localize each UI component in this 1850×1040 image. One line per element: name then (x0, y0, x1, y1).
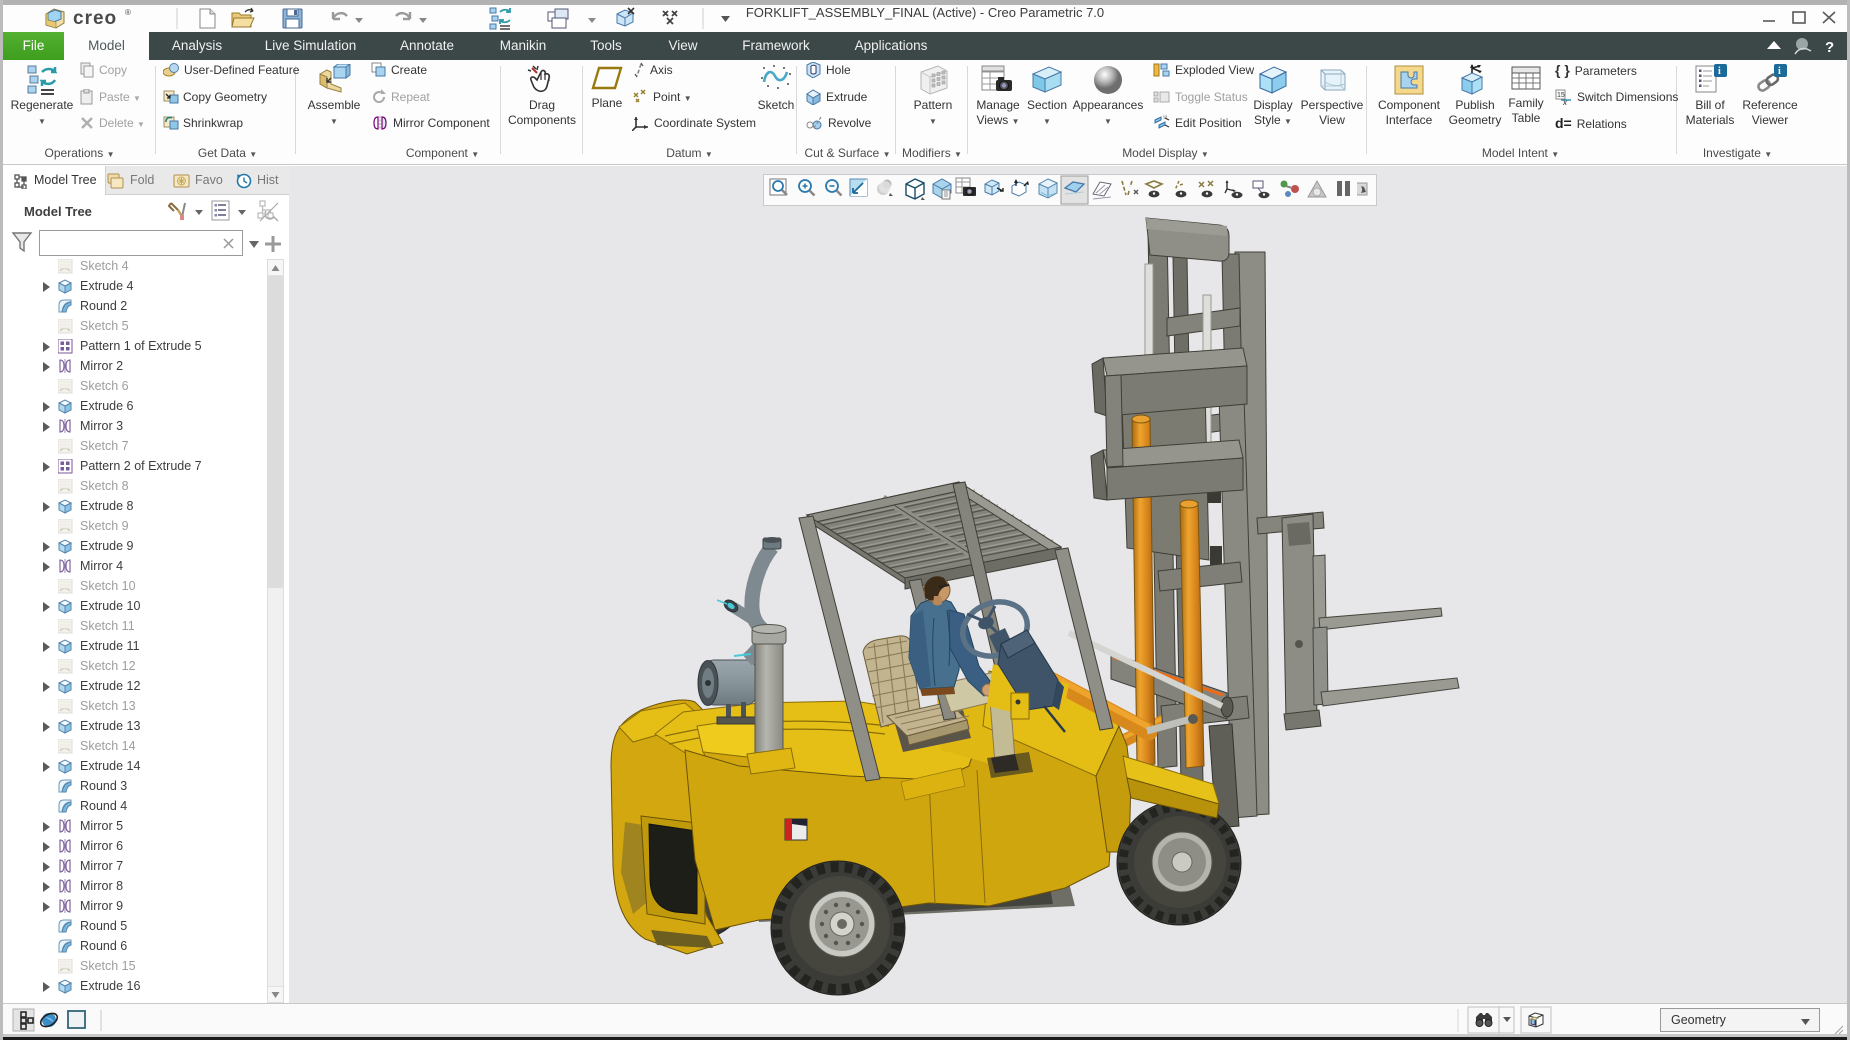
svg-text:?: ? (1825, 39, 1834, 56)
svg-text:¹²: ¹² (1163, 116, 1167, 122)
svg-text:i: i (1718, 66, 1721, 77)
svg-text:x: x (1562, 98, 1568, 105)
svg-text:i: i (1778, 66, 1781, 77)
